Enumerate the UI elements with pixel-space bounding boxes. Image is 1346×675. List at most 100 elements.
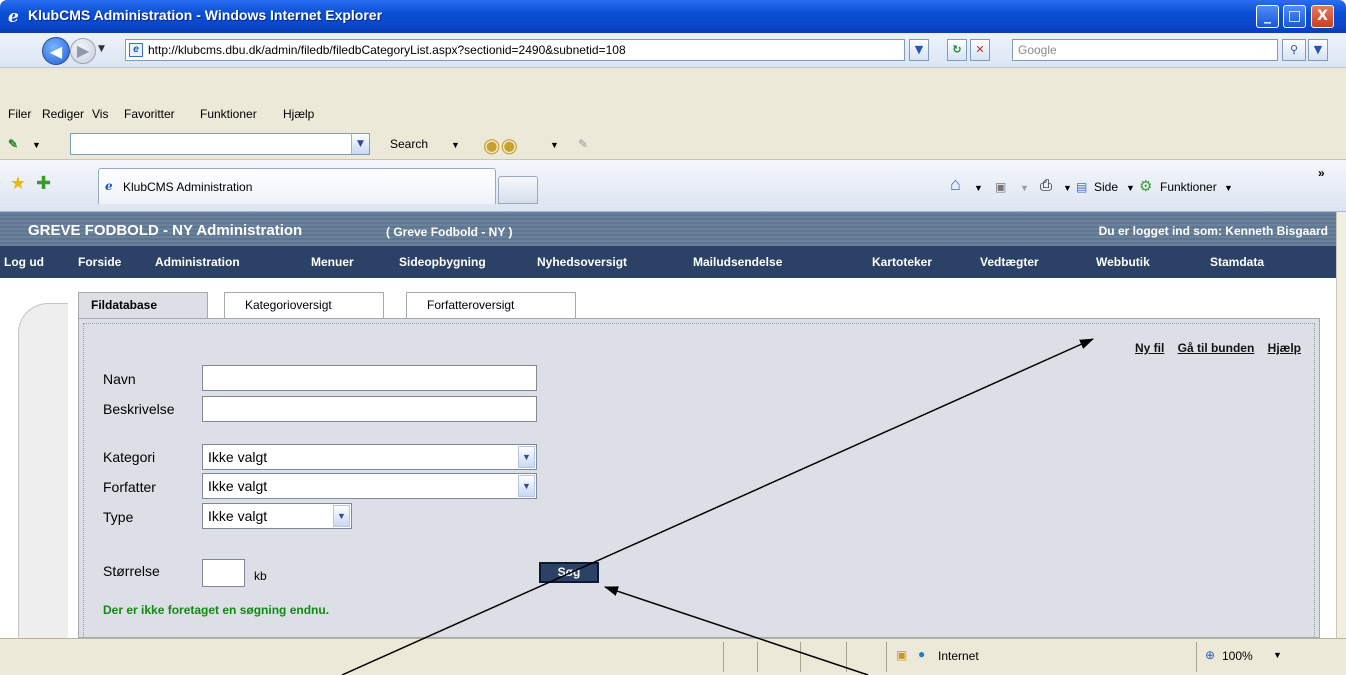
menu-view[interactable]: Vis: [92, 107, 108, 121]
nav-records[interactable]: Kartoteker: [872, 255, 932, 269]
page-menu-button[interactable]: Side: [1094, 180, 1118, 194]
nav-menus[interactable]: Menuer: [311, 255, 354, 269]
tab-klubcms[interactable]: e KlubCMS Administration: [98, 168, 496, 204]
author-value: Ikke valgt: [208, 478, 268, 494]
google-search-button[interactable]: Search: [390, 137, 428, 151]
menu-file[interactable]: Filer: [8, 107, 31, 121]
minimize-button[interactable]: _: [1256, 5, 1279, 28]
nav-news[interactable]: Nyhedsoversigt: [537, 255, 627, 269]
search-options-icon[interactable]: ▼: [451, 140, 460, 150]
zoom-dropdown-icon[interactable]: ▼: [1273, 650, 1282, 660]
logged-in-user: Du er logget ind som: Kenneth Bisgaard: [1098, 224, 1328, 238]
name-field[interactable]: [202, 365, 537, 391]
size-label: Størrelse: [103, 563, 160, 579]
category-value: Ikke valgt: [208, 449, 268, 465]
go-to-bottom-link[interactable]: Gå til bunden: [1178, 341, 1255, 355]
google-eyes-icon[interactable]: ◉◉: [483, 133, 518, 158]
nav-master-data[interactable]: Stamdata: [1210, 255, 1264, 269]
type-dropdown-icon[interactable]: ▼: [333, 505, 350, 527]
close-button[interactable]: X: [1311, 5, 1334, 28]
page-menu-icon[interactable]: ▤: [1076, 180, 1087, 194]
search-options-icon[interactable]: ▼: [1308, 39, 1328, 61]
nav-home[interactable]: Forside: [78, 255, 121, 269]
nav-logout[interactable]: Log ud: [4, 255, 44, 269]
status-divider: [886, 642, 887, 672]
home-dropdown-icon[interactable]: ▼: [974, 183, 983, 193]
nav-administration[interactable]: Administration: [155, 255, 240, 269]
new-file-link[interactable]: Ny fil: [1135, 341, 1164, 355]
tab-file-database[interactable]: Fildatabase: [78, 292, 208, 318]
page-menu-dropdown-icon[interactable]: ▼: [1126, 183, 1135, 193]
web-page: GREVE FODBOLD - NY Administration ( Grev…: [0, 212, 1346, 638]
maximize-button[interactable]: □: [1283, 5, 1306, 28]
back-button[interactable]: ◀: [42, 37, 70, 65]
zoom-icon[interactable]: ⊕: [1205, 648, 1215, 662]
stop-icon[interactable]: ✕: [970, 39, 990, 61]
google-search-input[interactable]: ▼: [70, 133, 370, 155]
status-divider: [800, 642, 801, 672]
search-button[interactable]: Søg: [539, 562, 599, 583]
type-select[interactable]: Ikke valgt ▼: [202, 503, 352, 529]
search-input[interactable]: Google: [1012, 39, 1278, 61]
history-dropdown-icon[interactable]: ▼: [98, 44, 105, 54]
refresh-icon[interactable]: ↻: [947, 39, 967, 61]
google-search-dropdown-icon[interactable]: ▼: [351, 134, 369, 154]
tools-menu-button[interactable]: Funktioner: [1160, 180, 1217, 194]
new-tab-button[interactable]: [498, 176, 538, 204]
window-title: KlubCMS Administration - Windows Interne…: [28, 7, 383, 23]
nav-bylaws[interactable]: Vedtægter: [980, 255, 1039, 269]
nav-mailing[interactable]: Mailudsendelse: [693, 255, 782, 269]
category-dropdown-icon[interactable]: ▼: [518, 446, 535, 468]
feeds-dropdown-icon[interactable]: ▼: [1020, 183, 1029, 193]
author-dropdown-icon[interactable]: ▼: [518, 475, 535, 497]
nav-webshop[interactable]: Webbutik: [1096, 255, 1150, 269]
pencil-icon[interactable]: ✎: [578, 137, 588, 151]
home-icon[interactable]: ⌂: [950, 174, 961, 195]
forward-button[interactable]: ▶: [70, 38, 96, 64]
sidebar-decoration: [18, 303, 68, 638]
help-link[interactable]: Hjælp: [1268, 341, 1301, 355]
menu-help[interactable]: Hjælp: [283, 107, 314, 121]
page-icon: e: [129, 43, 143, 57]
menu-favorites[interactable]: Favoritter: [124, 107, 175, 121]
internet-globe-icon: ●: [918, 647, 926, 661]
address-dropdown-icon[interactable]: ▼: [909, 39, 929, 61]
zoom-level[interactable]: 100%: [1222, 649, 1253, 663]
google-logo-icon[interactable]: ✎: [8, 137, 18, 151]
print-icon[interactable]: ⎙: [1040, 177, 1052, 194]
status-bar: ▣ ● Internet ⊕ 100% ▼: [0, 638, 1346, 675]
gear-icon[interactable]: ⚙: [1139, 177, 1152, 195]
search-icon[interactable]: ⚲: [1282, 39, 1306, 61]
description-field[interactable]: [202, 396, 537, 422]
category-select[interactable]: Ikke valgt ▼: [202, 444, 537, 470]
tab-category-overview[interactable]: Kategorioversigt: [224, 292, 384, 318]
tab-author-overview[interactable]: Forfatteroversigt: [406, 292, 576, 318]
description-label: Beskrivelse: [103, 401, 175, 417]
feeds-icon[interactable]: ▣: [995, 180, 1006, 194]
menu-edit[interactable]: Rediger: [42, 107, 84, 121]
eyes-dropdown-icon[interactable]: ▼: [550, 140, 559, 150]
menu-tools[interactable]: Funktioner: [200, 107, 257, 121]
site-header: GREVE FODBOLD - NY Administration ( Grev…: [0, 212, 1336, 246]
security-warning-icon[interactable]: ▣: [896, 648, 907, 662]
google-menu-icon[interactable]: ▼: [32, 140, 41, 150]
chevron-right-icon[interactable]: »: [1318, 166, 1325, 180]
nav-page-builder[interactable]: Sideopbygning: [399, 255, 486, 269]
search-panel: Ny fil Gå til bunden Hjælp Navn Beskrive…: [78, 318, 1320, 638]
add-favorites-icon[interactable]: ✚: [36, 173, 51, 194]
tools-dropdown-icon[interactable]: ▼: [1224, 183, 1233, 193]
author-select[interactable]: Ikke valgt ▼: [202, 473, 537, 499]
favorites-star-icon[interactable]: ★: [10, 173, 26, 194]
size-field[interactable]: [202, 559, 245, 587]
navigation-bar: ◀ ▶ ▼ e http://klubcms.dbu.dk/admin/file…: [0, 33, 1346, 68]
address-field[interactable]: e http://klubcms.dbu.dk/admin/filedb/fil…: [125, 39, 905, 61]
security-zone: Internet: [938, 649, 979, 663]
menu-bar: Filer Rediger Vis Favoritter Funktioner …: [0, 100, 1346, 130]
type-label: Type: [103, 509, 134, 525]
address-text: http://klubcms.dbu.dk/admin/filedb/filed…: [148, 43, 626, 57]
page-scrollbar[interactable]: [1336, 212, 1346, 638]
ie-tab-icon: e: [105, 179, 113, 193]
category-label: Kategori: [103, 449, 156, 465]
window-title-bar[interactable]: e KlubCMS Administration - Windows Inter…: [0, 0, 1346, 33]
print-dropdown-icon[interactable]: ▼: [1063, 183, 1072, 193]
